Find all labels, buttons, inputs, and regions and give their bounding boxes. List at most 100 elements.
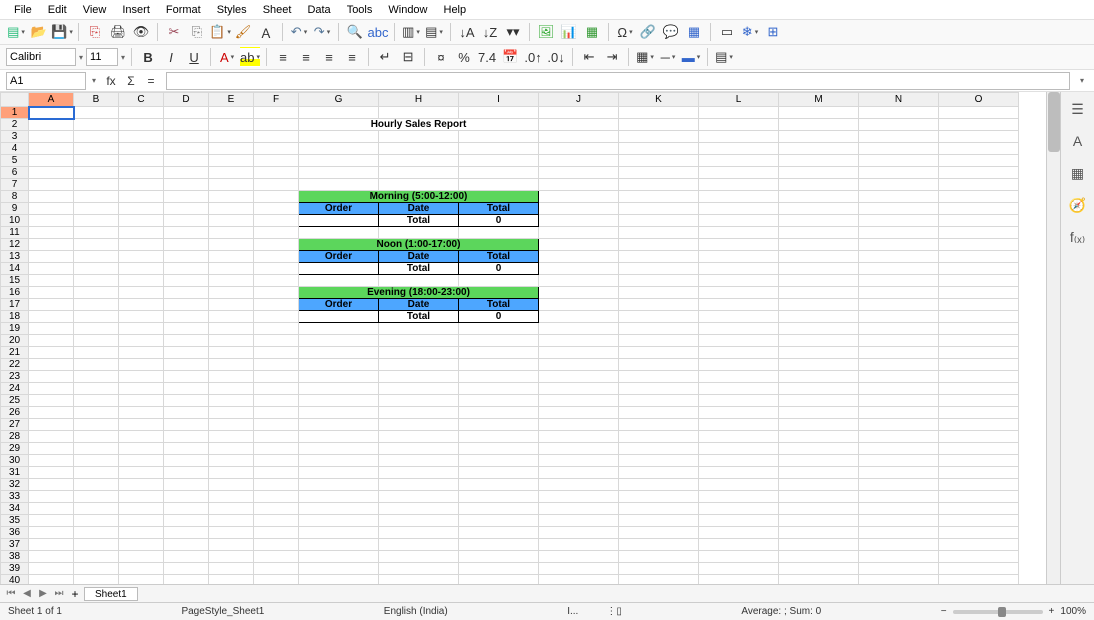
cell-A14[interactable] xyxy=(29,263,74,275)
sort-asc-icon[interactable]: ↓A xyxy=(457,22,477,42)
cell-E19[interactable] xyxy=(209,323,254,335)
cell-K32[interactable] xyxy=(619,479,699,491)
cell-K40[interactable] xyxy=(619,575,699,585)
cell-M4[interactable] xyxy=(779,143,859,155)
cell-B12[interactable] xyxy=(74,239,119,251)
row-header-2[interactable]: 2 xyxy=(1,119,29,131)
cell-I1[interactable] xyxy=(459,107,539,119)
cell-B23[interactable] xyxy=(74,371,119,383)
cell-G37[interactable] xyxy=(299,539,379,551)
formula-expand-icon[interactable]: ▾ xyxy=(1076,76,1088,85)
cell-L12[interactable] xyxy=(699,239,779,251)
sheet-tab[interactable]: Sheet1 xyxy=(84,587,138,601)
cell-M3[interactable] xyxy=(779,131,859,143)
zoom-slider[interactable] xyxy=(953,610,1043,614)
cell-F23[interactable] xyxy=(254,371,299,383)
gallery-icon[interactable]: ▦ xyxy=(1067,162,1089,184)
col-header-E[interactable]: E xyxy=(209,93,254,107)
cell-J34[interactable] xyxy=(539,503,619,515)
cell-J37[interactable] xyxy=(539,539,619,551)
align-right-icon[interactable]: ≡ xyxy=(319,47,339,67)
cell-K20[interactable] xyxy=(619,335,699,347)
cell-D5[interactable] xyxy=(164,155,209,167)
cell-D37[interactable] xyxy=(164,539,209,551)
cell-K29[interactable] xyxy=(619,443,699,455)
cell-J12[interactable] xyxy=(539,239,619,251)
menu-help[interactable]: Help xyxy=(436,2,475,17)
conditional-format-icon[interactable]: ▤ xyxy=(714,47,734,67)
cell-C22[interactable] xyxy=(119,359,164,371)
cell-F13[interactable] xyxy=(254,251,299,263)
cell-C25[interactable] xyxy=(119,395,164,407)
cell-I21[interactable] xyxy=(459,347,539,359)
cell-A28[interactable] xyxy=(29,431,74,443)
cell-L20[interactable] xyxy=(699,335,779,347)
cell-K6[interactable] xyxy=(619,167,699,179)
cell-J2[interactable] xyxy=(539,119,619,131)
menu-tools[interactable]: Tools xyxy=(339,2,381,17)
cell-M36[interactable] xyxy=(779,527,859,539)
cell-B13[interactable] xyxy=(74,251,119,263)
cell-L29[interactable] xyxy=(699,443,779,455)
cell-D28[interactable] xyxy=(164,431,209,443)
menu-window[interactable]: Window xyxy=(380,2,435,17)
cell-A40[interactable] xyxy=(29,575,74,585)
cell-L5[interactable] xyxy=(699,155,779,167)
cell-B15[interactable] xyxy=(74,275,119,287)
cell-D38[interactable] xyxy=(164,551,209,563)
cell-E35[interactable] xyxy=(209,515,254,527)
cell-H25[interactable] xyxy=(379,395,459,407)
cell-O18[interactable] xyxy=(939,311,1019,323)
cell-J23[interactable] xyxy=(539,371,619,383)
cell-O39[interactable] xyxy=(939,563,1019,575)
spreadsheet-grid[interactable]: ABCDEFGHIJKLMNO12Hourly Sales Report3456… xyxy=(0,92,1046,584)
tab-next-icon[interactable]: ▶ xyxy=(36,588,50,599)
cell-A18[interactable] xyxy=(29,311,74,323)
cell-E23[interactable] xyxy=(209,371,254,383)
cell-H13[interactable]: Date xyxy=(379,251,459,263)
cell-E27[interactable] xyxy=(209,419,254,431)
cell-D18[interactable] xyxy=(164,311,209,323)
cell-D32[interactable] xyxy=(164,479,209,491)
col-header-K[interactable]: K xyxy=(619,93,699,107)
paste-icon[interactable]: 📋 xyxy=(210,22,230,42)
cell-N9[interactable] xyxy=(859,203,939,215)
cell-O1[interactable] xyxy=(939,107,1019,119)
cell-A34[interactable] xyxy=(29,503,74,515)
cell-C2[interactable] xyxy=(119,119,164,131)
cell-C17[interactable] xyxy=(119,299,164,311)
cell-E33[interactable] xyxy=(209,491,254,503)
cell-D36[interactable] xyxy=(164,527,209,539)
cell-A1[interactable] xyxy=(29,107,74,119)
menu-insert[interactable]: Insert xyxy=(114,2,158,17)
align-center-icon[interactable]: ≡ xyxy=(296,47,316,67)
cell-G9[interactable]: Order xyxy=(299,203,379,215)
cell-J21[interactable] xyxy=(539,347,619,359)
cell-A4[interactable] xyxy=(29,143,74,155)
cell-C5[interactable] xyxy=(119,155,164,167)
cell-G25[interactable] xyxy=(299,395,379,407)
cell-A9[interactable] xyxy=(29,203,74,215)
cell-M32[interactable] xyxy=(779,479,859,491)
cell-C14[interactable] xyxy=(119,263,164,275)
cell-G21[interactable] xyxy=(299,347,379,359)
cell-O14[interactable] xyxy=(939,263,1019,275)
cell-L1[interactable] xyxy=(699,107,779,119)
remove-decimal-icon[interactable]: .0↓ xyxy=(546,47,566,67)
cell-E20[interactable] xyxy=(209,335,254,347)
cell-F8[interactable] xyxy=(254,191,299,203)
cell-G23[interactable] xyxy=(299,371,379,383)
cell-J32[interactable] xyxy=(539,479,619,491)
cell-M1[interactable] xyxy=(779,107,859,119)
col-header-A[interactable]: A xyxy=(29,93,74,107)
cell-J4[interactable] xyxy=(539,143,619,155)
row-header-39[interactable]: 39 xyxy=(1,563,29,575)
cell-E4[interactable] xyxy=(209,143,254,155)
cell-N33[interactable] xyxy=(859,491,939,503)
cell-A8[interactable] xyxy=(29,191,74,203)
row-header-3[interactable]: 3 xyxy=(1,131,29,143)
cell-J24[interactable] xyxy=(539,383,619,395)
cell-A2[interactable] xyxy=(29,119,74,131)
cell-O10[interactable] xyxy=(939,215,1019,227)
font-size-input[interactable] xyxy=(86,48,118,66)
